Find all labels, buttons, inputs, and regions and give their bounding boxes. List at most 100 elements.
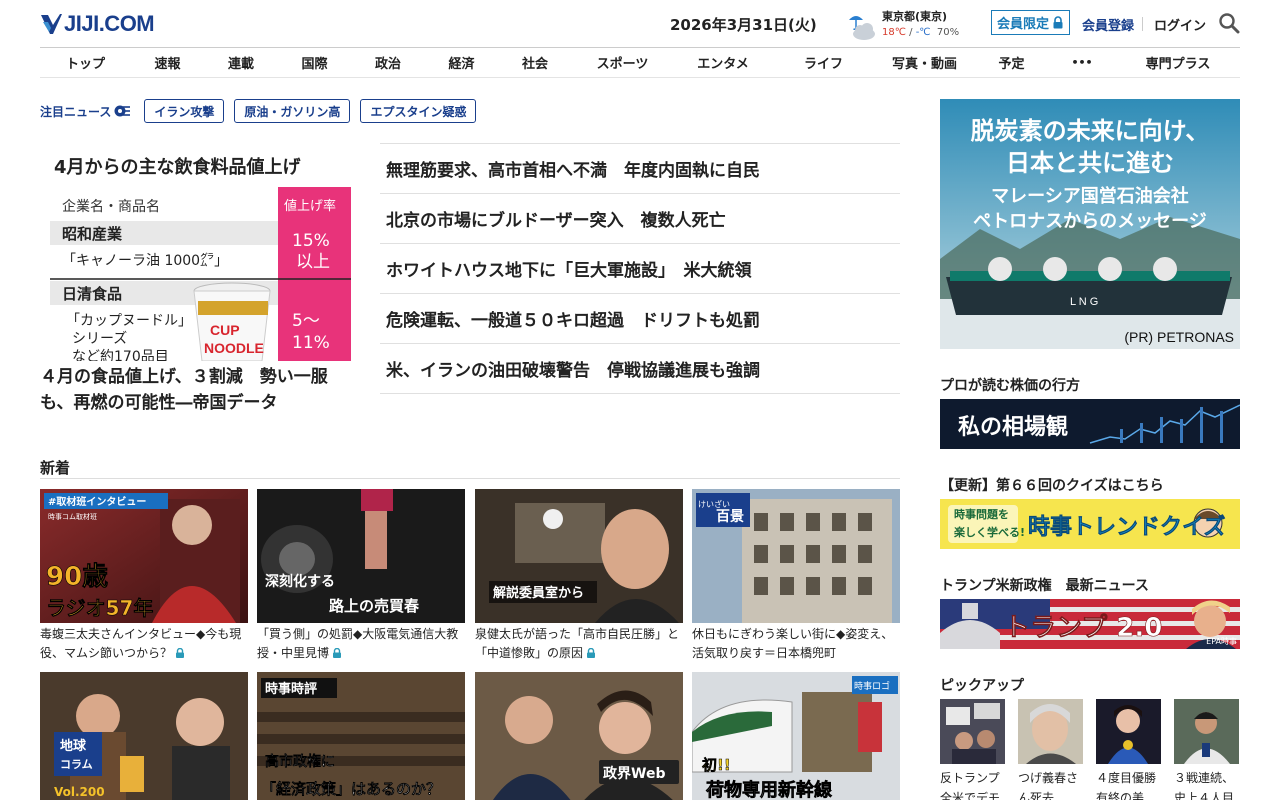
trending-icon <box>114 105 131 117</box>
pickup-text: ４度目優勝有終の美 <box>1096 771 1157 800</box>
card-overlay-1: けいざい <box>698 499 730 509</box>
nav-politics[interactable]: 政治 <box>351 48 425 77</box>
headline-item[interactable]: 北京の市場にブルドーザー突入 複数人死亡 <box>380 194 900 244</box>
news-card-image: 時事ロゴ 初!! 荷物専用新幹線 <box>692 672 900 800</box>
card-overlay-1: 時事時評 <box>265 681 317 697</box>
news-card-image: 地球 コラム Vol.200 <box>40 672 248 800</box>
nav-series[interactable]: 連載 <box>204 48 278 77</box>
news-card[interactable]: 深刻化する 路上の売買春 「買う側」の処罰◆大阪電気通信大教授・中里見博 <box>257 489 465 665</box>
card-text: 泉健太氏が語った「高市自民圧勝」と「中道惨敗」の原因 <box>475 627 680 660</box>
headline-item[interactable]: ホワイトハウス地下に「巨大軍施設」 米大統領 <box>380 244 900 294</box>
news-card[interactable]: 時事時評 高市政権に 「経済政策」はあるのか？ <box>257 672 465 800</box>
nav-sports[interactable]: スポーツ <box>572 48 673 77</box>
trump-banner-text: トランプ 2.0 <box>1004 613 1163 644</box>
info-rate-2a: 5〜 <box>292 311 320 331</box>
stock-banner[interactable]: 私の相場観 <box>940 399 1240 449</box>
price-hike-infographic: 4月からの主な飲食料品値上げ 企業名・商品名 値上げ率 昭和産業 「キャノーラ油… <box>40 143 351 361</box>
info-title: 4月からの主な飲食料品値上げ <box>54 156 302 178</box>
cup-noodle-illustration: CUP NOODLE <box>193 282 271 361</box>
news-card-text: 「買う側」の処罰◆大阪電気通信大教授・中里見博 <box>257 625 465 665</box>
card-overlay-2: 百景 <box>716 509 744 525</box>
site-header: JIJI.COM 2026年3月31日(火) 東京都(東京) 18℃ / -℃ … <box>40 8 1240 48</box>
headline-item[interactable]: 無理筋要求、高市首相へ不満 年度内固執に自民 <box>380 144 900 194</box>
ad-ship-text: L N G <box>1070 296 1098 308</box>
cup-text-2: NOODLE <box>204 340 264 356</box>
card-overlay-big2: ラジオ57年 <box>46 596 153 620</box>
card-overlay-3: 「経済政策」はあるのか？ <box>261 780 441 798</box>
headline-item[interactable]: 危険運転、一般道５０キロ超過 ドリフトも処罰 <box>380 294 900 344</box>
lock-icon <box>1053 16 1063 29</box>
news-card[interactable]: 解説委員室から 泉健太氏が語った「高市自民圧勝」と「中道惨敗」の原因 <box>475 489 683 665</box>
news-card[interactable]: 時事ロゴ 初!! 荷物専用新幹線 <box>692 672 900 800</box>
pickup-text: ３戦連続、史上４人目 <box>1174 771 1235 800</box>
quiz-section-title: 【更新】第６６回のクイズはこちら <box>940 478 1164 494</box>
info-product-1: 「キャノーラ油 1000㌘」 <box>62 252 228 269</box>
header-divider <box>1142 17 1143 31</box>
quiz-banner[interactable]: 時事問題を 楽しく学べる! 時事トレンドクイズ <box>940 499 1240 549</box>
ad-line1: 脱炭素の未来に向け、 <box>970 117 1210 145</box>
card-overlay-1: 深刻化する <box>265 573 335 590</box>
weather-low: -℃ <box>915 27 931 38</box>
pickup-image <box>1018 699 1083 764</box>
nav-life[interactable]: ライフ <box>773 48 874 77</box>
card-overlay-1: 解説委員室から <box>492 585 584 601</box>
card-overlay-sub: 時事コム取材班 <box>48 512 97 521</box>
info-col-company: 企業名・商品名 <box>62 198 160 215</box>
nav-economy[interactable]: 経済 <box>425 48 498 77</box>
info-col-rate: 値上げ率 <box>284 198 336 214</box>
member-lock-icon <box>333 648 342 658</box>
trump-photo-credit: EPA時事 <box>1206 637 1237 646</box>
site-logo[interactable]: JIJI.COM <box>40 11 155 37</box>
pickup-item[interactable]: ３戦連続、史上４人目 <box>1174 699 1239 800</box>
news-card[interactable]: 政界Web <box>475 672 683 800</box>
nav-international[interactable]: 国際 <box>278 48 351 77</box>
member-only-button[interactable]: 会員限定 <box>991 10 1071 35</box>
trending-tag-epstein[interactable]: エプスタイン疑惑 <box>360 99 477 123</box>
weather-widget[interactable]: 東京都(東京) 18℃ / -℃ 70% <box>846 8 959 42</box>
card-overlay-2: 荷物専用新幹線 <box>706 779 832 800</box>
news-card[interactable]: #取材班インタビュー 時事コム取材班 90歳 ラジオ57年 毒蝮三太夫さんインタ… <box>40 489 248 665</box>
current-date: 2026年3月31日(火) <box>670 16 817 34</box>
lead-story-caption[interactable]: ４月の食品値上げ、３割減 勢い一服も、再燃の可能性―帝国データ <box>40 364 355 416</box>
weather-precip: 70% <box>936 27 960 38</box>
info-rate-1b: 以上 <box>296 252 330 272</box>
register-link[interactable]: 会員登録 <box>1082 15 1134 34</box>
pickup-text: つげ義春さん死去 <box>1018 771 1079 800</box>
pickup-item[interactable]: つげ義春さん死去 <box>1018 699 1083 800</box>
nav-more[interactable]: ••• <box>1048 48 1116 77</box>
news-card[interactable]: けいざい 百景 休日もにぎわう楽しい街に◆姿変え、活気取り戻す＝日本橋兜町 <box>692 489 900 665</box>
news-card[interactable]: 地球 コラム Vol.200 <box>40 672 248 800</box>
news-card-text: 泉健太氏が語った「高市自民圧勝」と「中道惨敗」の原因 <box>475 625 683 665</box>
card-text: 毒蝮三太夫さんインタビュー◆今も現役、マムシ節いつから？ <box>40 627 242 660</box>
main-nav: トップ 速報 連載 国際 政治 経済 社会 スポーツ エンタメ ライフ 写真・動… <box>40 47 1240 78</box>
nav-top[interactable]: トップ <box>40 48 131 77</box>
card-text: 「買う側」の処罰◆大阪電気通信大教授・中里見博 <box>257 627 459 660</box>
trump-banner[interactable]: トランプ 2.0 EPA時事 <box>940 599 1240 649</box>
info-rate-2b: 11% <box>292 333 330 353</box>
logo-check-icon <box>40 13 62 35</box>
card-overlay-3: Vol.200 <box>54 785 105 799</box>
trending-bar: 注目ニュース イラン攻撃 原油・ガソリン高 エプスタイン疑惑 <box>40 98 486 124</box>
lead-story-image[interactable]: 4月からの主な飲食料品値上げ 企業名・商品名 値上げ率 昭和産業 「キャノーラ油… <box>40 143 351 361</box>
pickup-image <box>1096 699 1161 764</box>
nav-entertainment[interactable]: エンタメ <box>673 48 773 77</box>
nav-society[interactable]: 社会 <box>498 48 572 77</box>
login-link[interactable]: ログイン <box>1154 15 1206 34</box>
trending-label-text: 注目ニュース <box>40 104 112 119</box>
info-rate-1a: 15% <box>292 231 330 251</box>
trending-tag-iran[interactable]: イラン攻撃 <box>144 99 225 123</box>
search-icon[interactable] <box>1218 12 1240 34</box>
pickup-item[interactable]: ４度目優勝有終の美 <box>1096 699 1161 800</box>
nav-photo-video[interactable]: 写真・動画 <box>874 48 975 77</box>
card-overlay-1: 初!! <box>702 756 731 774</box>
headline-item[interactable]: 米、イランの油田破壊警告 停戦協議進展も強調 <box>380 344 900 394</box>
nav-breaking[interactable]: 速報 <box>131 48 204 77</box>
weather-sep: / <box>905 27 916 38</box>
pickup-section-title: ピックアップ <box>940 678 1024 694</box>
petronas-ad[interactable]: L N G 脱炭素の未来に向け、 日本と共に進む マレーシア国営石油会社 ペトロ… <box>940 99 1240 349</box>
trending-tag-oil[interactable]: 原油・ガソリン高 <box>234 99 351 123</box>
pickup-text: 反トランプ全米でデモ <box>940 771 1001 800</box>
pickup-item[interactable]: 反トランプ全米でデモ <box>940 699 1005 800</box>
nav-pro-plus[interactable]: 専門プラス <box>1116 48 1240 77</box>
nav-schedule[interactable]: 予定 <box>975 48 1048 77</box>
